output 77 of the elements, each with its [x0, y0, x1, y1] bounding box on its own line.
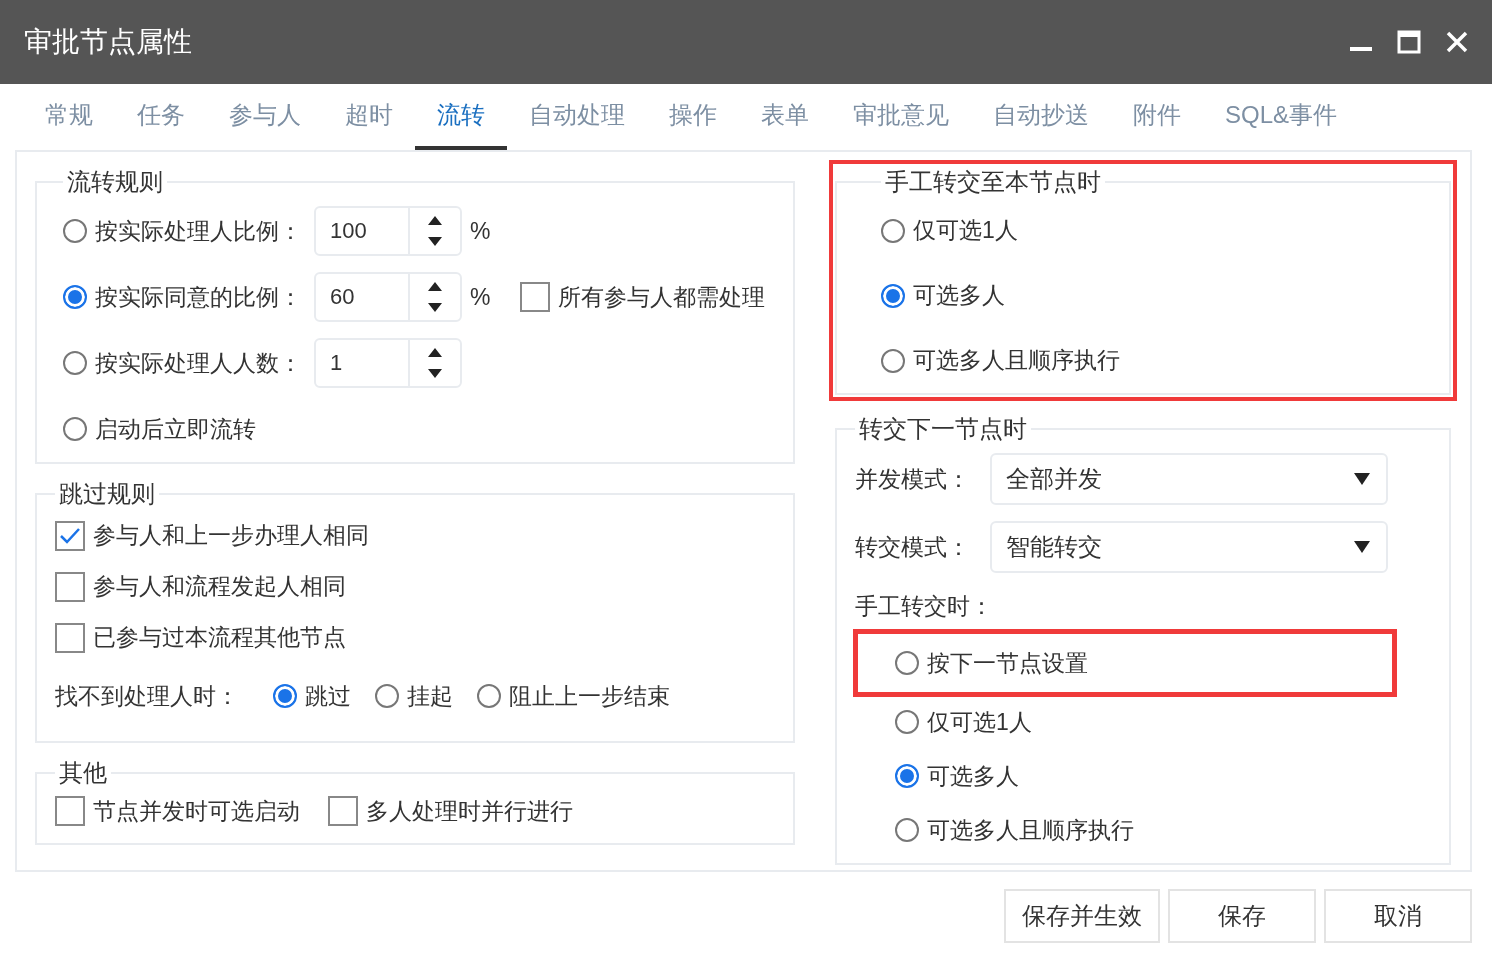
footer-button[interactable]: 保存: [1168, 889, 1316, 943]
unit-label: %: [470, 283, 491, 311]
radio-button[interactable]: [63, 219, 87, 243]
field-label: 并发模式：: [855, 464, 970, 494]
option-label: 可选多人: [927, 761, 1019, 791]
footer-button[interactable]: 取消: [1324, 889, 1472, 943]
caret-icon: [1354, 473, 1370, 485]
radio-button[interactable]: [895, 818, 919, 842]
group-title: 流转规则: [66, 167, 164, 197]
option-label: 参与人和流程发起人相同: [93, 572, 346, 601]
maximize-icon[interactable]: [1396, 29, 1422, 55]
radio-button[interactable]: [881, 348, 905, 373]
radio-button[interactable]: [895, 764, 919, 788]
close-icon[interactable]: [1444, 29, 1470, 55]
radio-button[interactable]: [273, 684, 297, 708]
number-spinner[interactable]: 100: [314, 206, 462, 256]
checkbox[interactable]: [55, 520, 85, 551]
option-label: 可选多人: [913, 281, 1005, 310]
tab[interactable]: 附件: [1111, 84, 1203, 150]
radio-button[interactable]: [895, 710, 919, 734]
option-label: 所有参与人都需处理: [558, 282, 766, 312]
checkbox[interactable]: [328, 796, 358, 826]
field-label: 转交模式：: [855, 532, 970, 562]
radio-button[interactable]: [477, 684, 501, 708]
tab[interactable]: 自动抄送: [971, 84, 1111, 150]
number-spinner[interactable]: 1: [314, 338, 462, 388]
group-title: 其他: [58, 758, 108, 788]
option-label: 可选多人且顺序执行: [927, 815, 1134, 845]
radio-button[interactable]: [63, 285, 87, 309]
option-label: 挂起: [407, 681, 453, 711]
tab[interactable]: 常规: [23, 84, 115, 150]
checkbox[interactable]: [55, 796, 85, 826]
group-title: 跳过规则: [58, 479, 156, 509]
checkbox[interactable]: [55, 571, 85, 602]
group-title: 转交下一节点时: [858, 414, 1028, 444]
unit-label: %: [470, 217, 491, 245]
option-label: 参与人和上一步办理人相同: [93, 521, 369, 550]
caret-icon: [1354, 541, 1370, 553]
dropdown[interactable]: 全部并发: [990, 453, 1388, 505]
checkbox[interactable]: [55, 622, 85, 653]
number-spinner[interactable]: 60: [314, 272, 462, 322]
option-label: 按实际处理人人数：: [95, 348, 302, 378]
checkbox[interactable]: [520, 282, 551, 312]
option-label: 按实际同意的比例：: [95, 282, 302, 312]
option-label: 节点并发时可选启动: [93, 796, 300, 826]
option-label: 阻止上一步结束: [509, 681, 670, 711]
option-label: 仅可选1人: [927, 707, 1032, 737]
tab[interactable]: 任务: [115, 84, 207, 150]
option-label: 已参与过本流程其他节点: [93, 623, 346, 652]
window-title: 审批节点属性: [24, 25, 193, 59]
option-label: 按下一节点设置: [927, 648, 1088, 678]
field-label: 找不到处理人时：: [55, 681, 239, 711]
tab[interactable]: 操作: [647, 84, 739, 150]
radio-button[interactable]: [63, 417, 87, 441]
tab[interactable]: 审批意见: [831, 84, 971, 150]
tab[interactable]: 流转: [415, 84, 507, 150]
radio-button[interactable]: [63, 351, 87, 375]
radio-button[interactable]: [375, 684, 399, 708]
tab[interactable]: SQL&事件: [1203, 84, 1360, 150]
option-label: 跳过: [305, 681, 351, 711]
radio-button[interactable]: [881, 283, 905, 308]
option-label: 启动后立即流转: [95, 414, 256, 444]
field-label: 手工转交时：: [855, 591, 993, 621]
tab[interactable]: 表单: [739, 84, 831, 150]
tab[interactable]: 自动处理: [507, 84, 647, 150]
dropdown[interactable]: 智能转交: [990, 521, 1388, 573]
option-label: 仅可选1人: [913, 216, 1018, 245]
radio-button[interactable]: [895, 651, 919, 675]
group-title: 手工转交至本节点时: [884, 167, 1102, 197]
option-label: 多人处理时并行进行: [366, 796, 573, 826]
footer-button[interactable]: 保存并生效: [1004, 889, 1160, 943]
option-label: 按实际处理人比例：: [95, 216, 302, 246]
tab[interactable]: 超时: [323, 84, 415, 150]
tab[interactable]: 参与人: [207, 84, 323, 150]
option-label: 可选多人且顺序执行: [913, 346, 1120, 375]
check-icon: [59, 526, 81, 545]
radio-button[interactable]: [881, 218, 905, 243]
